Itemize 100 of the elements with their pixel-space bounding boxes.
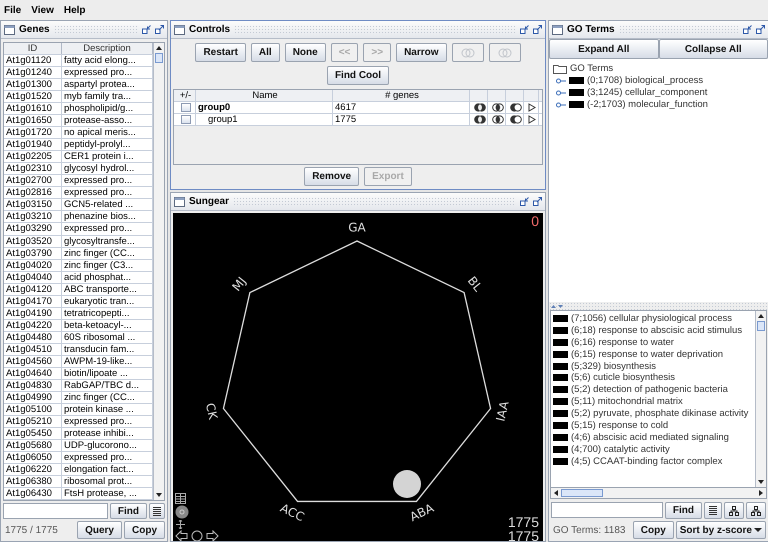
collapse-all-button[interactable]: Collapse All bbox=[658, 39, 768, 59]
list-item[interactable]: (5;2) pyruvate, phosphate dikinase activity bbox=[571, 408, 748, 420]
scrollbar[interactable] bbox=[755, 311, 766, 487]
scroll-thumb[interactable] bbox=[757, 321, 765, 331]
maximize-icon[interactable] bbox=[155, 25, 164, 34]
scroll-thumb[interactable] bbox=[155, 53, 163, 63]
menu-item[interactable]: File bbox=[4, 4, 22, 16]
color-swatch bbox=[553, 410, 568, 418]
column-header[interactable]: Description bbox=[62, 43, 153, 54]
venn-icon[interactable] bbox=[492, 103, 504, 112]
table-cell: At1g03210 bbox=[4, 211, 62, 222]
expand-handle-icon[interactable] bbox=[556, 102, 566, 108]
caret-icon bbox=[754, 527, 762, 533]
window-icon bbox=[174, 24, 185, 34]
checkbox[interactable] bbox=[180, 103, 190, 112]
vertex-label[interactable]: ABA bbox=[408, 500, 436, 524]
table-cell: At1g05210 bbox=[4, 416, 62, 427]
tree-item[interactable]: (0;1708) biological_process bbox=[587, 75, 704, 86]
toolbar-button[interactable]: None bbox=[284, 43, 326, 62]
list-button[interactable] bbox=[149, 503, 165, 519]
copy-button[interactable]: Copy bbox=[124, 521, 165, 539]
scrollbar[interactable] bbox=[153, 43, 164, 500]
search-field[interactable] bbox=[3, 503, 108, 519]
search-field[interactable] bbox=[551, 502, 663, 518]
color-swatch bbox=[553, 350, 568, 358]
scroll-thumb[interactable] bbox=[561, 489, 603, 497]
split-handle[interactable] bbox=[549, 302, 768, 310]
maximize-icon[interactable] bbox=[756, 25, 765, 34]
minimize-icon[interactable] bbox=[520, 25, 529, 34]
toolbar-button[interactable]: All bbox=[250, 43, 280, 62]
minimize-icon[interactable] bbox=[520, 197, 529, 206]
tree-button[interactable] bbox=[724, 502, 744, 519]
find-cool-button[interactable]: Find Cool bbox=[326, 66, 390, 85]
list-item[interactable]: (5;11) mitochondrial matrix bbox=[571, 396, 683, 408]
maximize-icon[interactable] bbox=[533, 197, 542, 206]
list-item[interactable]: (5;15) response to cold bbox=[571, 420, 668, 432]
venn-icon[interactable] bbox=[474, 103, 486, 112]
vertex-label[interactable]: BL bbox=[464, 274, 485, 294]
column-header[interactable]: # genes bbox=[333, 90, 470, 101]
list-button[interactable] bbox=[704, 502, 722, 519]
table-cell: At1g04220 bbox=[4, 320, 62, 331]
list-item[interactable]: (6;18) response to abscisic acid stimulus bbox=[571, 324, 742, 336]
list-item[interactable]: (5;6) cuticle biosynthesis bbox=[571, 372, 676, 384]
list-item[interactable]: (4;5) CCAAT-binding factor complex bbox=[571, 456, 722, 467]
vertex-label[interactable]: IAA bbox=[493, 400, 512, 423]
tree-item[interactable]: (3;1245) cellular_component bbox=[587, 87, 708, 98]
column-header[interactable]: ID bbox=[4, 43, 62, 54]
tree-button[interactable] bbox=[746, 502, 766, 519]
checkbox[interactable] bbox=[180, 115, 190, 124]
sort-dropdown[interactable]: Sort by z-score bbox=[676, 521, 766, 539]
expand-handle-icon[interactable] bbox=[556, 78, 566, 84]
term-count: GO Terms: 1183 bbox=[552, 524, 626, 538]
vertex-label[interactable]: CK bbox=[202, 402, 220, 421]
list-item[interactable]: (4;700) catalytic activity bbox=[571, 444, 670, 455]
table-cell: At1g02700 bbox=[4, 175, 62, 186]
expand-handle-icon[interactable] bbox=[556, 90, 566, 96]
maximize-icon[interactable] bbox=[533, 25, 542, 34]
window-icon bbox=[4, 24, 15, 34]
menu-item[interactable]: Help bbox=[64, 4, 86, 16]
list-item[interactable]: (6;15) response to water deprivation bbox=[571, 348, 724, 360]
find-button[interactable]: Find bbox=[110, 503, 147, 519]
column-header[interactable]: +/- bbox=[174, 90, 196, 101]
minimize-icon[interactable] bbox=[142, 25, 151, 34]
venn-icon[interactable] bbox=[510, 115, 522, 124]
column-header[interactable]: Name bbox=[196, 90, 333, 101]
tree-item[interactable]: (-2;1703) molecular_function bbox=[587, 99, 708, 110]
list-item[interactable]: (7;1056) cellular physiological process bbox=[571, 313, 732, 324]
list-item[interactable]: (5;329) biosynthesis bbox=[571, 360, 656, 372]
move-icon[interactable] bbox=[175, 520, 186, 529]
tree-icon bbox=[729, 506, 739, 516]
venn-icon[interactable] bbox=[510, 103, 522, 112]
find-button[interactable]: Find bbox=[664, 502, 702, 519]
vertex-label[interactable]: ACC bbox=[278, 500, 306, 524]
menu-item[interactable]: View bbox=[31, 4, 54, 16]
gene-set-circle[interactable] bbox=[393, 470, 421, 498]
horizontal-scrollbar[interactable] bbox=[550, 488, 767, 499]
expand-all-button[interactable]: Expand All bbox=[549, 39, 658, 59]
table-cell: At1g04510 bbox=[4, 344, 62, 355]
vertex-label[interactable]: MJ bbox=[229, 274, 249, 294]
venn-icon[interactable] bbox=[474, 115, 486, 124]
list-icon bbox=[153, 506, 161, 516]
gene-count: 1775 bbox=[508, 515, 539, 529]
copy-button[interactable]: Copy bbox=[632, 521, 674, 539]
query-button[interactable]: Query bbox=[77, 521, 122, 539]
panel-title: Sungear bbox=[189, 196, 230, 207]
venn-icon[interactable] bbox=[492, 115, 504, 124]
table-cell: At1g02205 bbox=[4, 151, 62, 162]
toolbar-button[interactable]: Narrow bbox=[396, 43, 447, 62]
remove-button[interactable]: Remove bbox=[304, 167, 360, 186]
minimize-icon[interactable] bbox=[743, 25, 752, 34]
sungear-canvas[interactable]: GA BL IAA ABA ACC CK MJ 0 1775 1775 bbox=[173, 213, 543, 541]
list-item[interactable]: (6;16) response to water bbox=[571, 336, 674, 348]
table-icon[interactable] bbox=[175, 493, 186, 504]
navigation-icon[interactable] bbox=[175, 530, 219, 541]
disc-icon[interactable] bbox=[175, 505, 189, 519]
vertex-label[interactable]: GA bbox=[348, 220, 366, 234]
toolbar-button[interactable]: Restart bbox=[195, 43, 246, 62]
list-item[interactable]: (5;2) detection of pathogenic bacteria bbox=[571, 384, 728, 396]
list-item[interactable]: (4;6) abscisic acid mediated signaling bbox=[571, 432, 729, 443]
tree-item[interactable]: GO Terms bbox=[570, 63, 614, 74]
